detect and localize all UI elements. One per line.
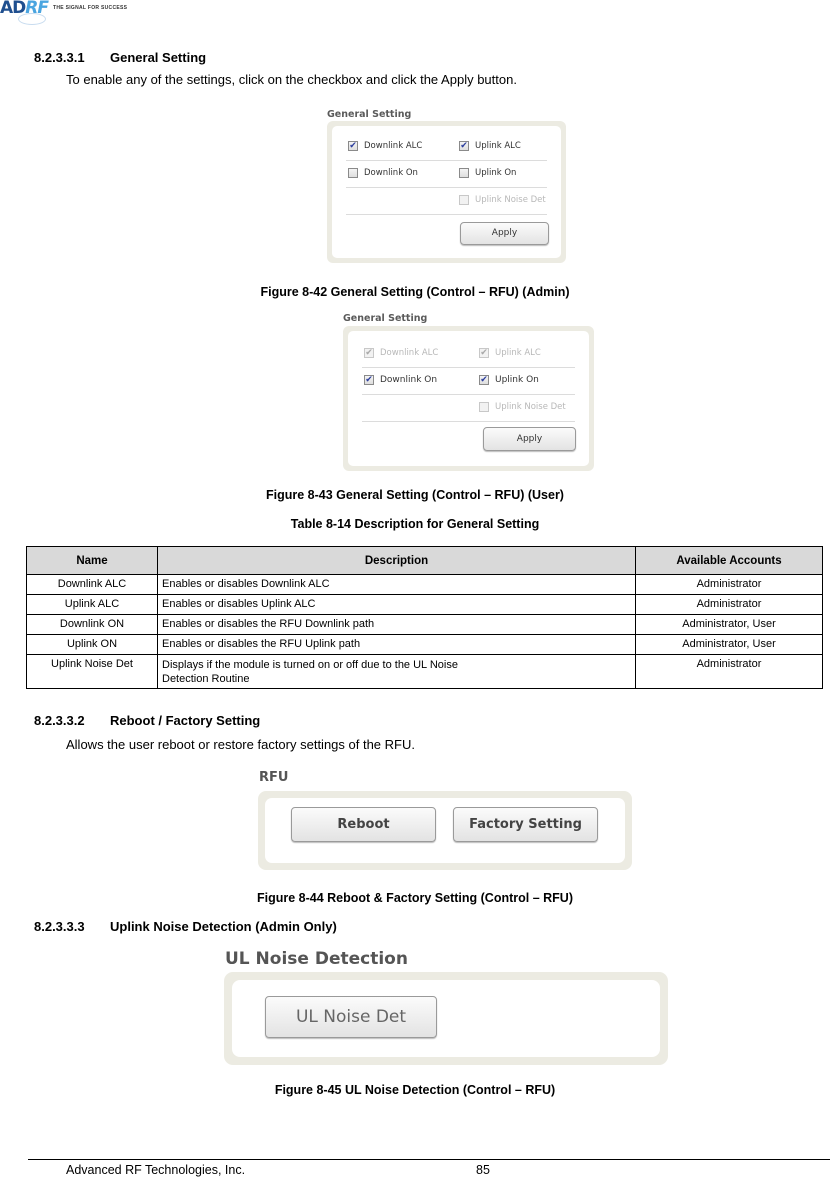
checkbox-label: Downlink ALC (380, 348, 439, 358)
figure-caption: Figure 8-42 General Setting (Control – R… (260, 285, 570, 299)
apply-button[interactable]: Apply (460, 222, 549, 245)
table-row: Uplink ON Enables or disables the RFU Up… (26, 634, 823, 655)
section-title: Reboot / Factory Setting (110, 713, 261, 728)
checkbox-box (479, 402, 489, 412)
cell-name: Uplink ALC (26, 594, 158, 615)
cell-description: Enables or disables Downlink ALC (157, 574, 636, 595)
figure-caption: Figure 8-45 UL Noise Detection (Control … (274, 1083, 556, 1097)
description-table: Name Description Available Accounts Down… (26, 546, 823, 689)
user-general-setting-panel: ✔ Downlink ALC ✔ Uplink ALC ✔ Downlink On ✔… (343, 326, 594, 471)
checkbox-downlink-on[interactable]: ✔ Downlink On (364, 375, 437, 385)
cell-accounts: Administrator (635, 574, 823, 595)
checkbox-uplink-on[interactable]: ✔ Uplink On (479, 375, 539, 385)
checkbox-label: Uplink ALC (475, 141, 521, 151)
section-number: 8.2.3.3.3 (34, 919, 85, 934)
checkbox-box[interactable] (348, 168, 358, 178)
admin-panel-title: General Setting (327, 109, 412, 120)
table-header-row: Name Description Available Accounts (26, 546, 823, 575)
checkbox-row: Downlink On Uplink On (346, 161, 547, 188)
checkbox-label: Uplink On (495, 375, 539, 385)
cell-accounts: Administrator, User (635, 634, 823, 655)
admin-general-setting-panel: ✔ Downlink ALC ✔ Uplink ALC Downlink On Up… (327, 121, 566, 263)
checkbox-downlink-alc[interactable]: ✔ Downlink ALC (348, 141, 422, 151)
column-header-description: Description (157, 546, 636, 575)
ul-noise-det-button[interactable]: UL Noise Det (265, 996, 437, 1038)
checkbox-row: ✔ Downlink ALC ✔ Uplink ALC (346, 134, 547, 161)
logo-swirl-icon (18, 13, 46, 25)
checkbox-label: Uplink Noise Det (495, 402, 566, 412)
checkbox-downlink-alc: ✔ Downlink ALC (364, 348, 438, 358)
checkbox-uplink-on[interactable]: Uplink On (459, 168, 516, 178)
cell-accounts: Administrator, User (635, 614, 823, 635)
checkbox-label: Downlink On (380, 375, 438, 385)
checkbox-box: ✔ (364, 348, 374, 358)
figure-caption: Figure 8-43 General Setting (Control – R… (266, 488, 564, 502)
footer-page-number: 85 (476, 1163, 490, 1177)
figure-caption: Figure 8-44 Reboot & Factory Setting (Co… (257, 891, 573, 905)
cell-accounts: Administrator (635, 594, 823, 615)
table-caption: Table 8-14 Description for General Setti… (290, 517, 540, 531)
ul-noise-detection-panel: UL Noise Det (224, 972, 668, 1065)
column-header-accounts: Available Accounts (635, 546, 823, 575)
table-row: Downlink ALC Enables or disables Downlin… (26, 574, 823, 595)
checkbox-label: Downlink On (364, 168, 418, 178)
cell-name: Uplink ON (26, 634, 158, 655)
section-number: 8.2.3.3.1 (34, 50, 85, 65)
checkbox-row: ✔ Downlink ALC ✔ Uplink ALC (362, 341, 575, 368)
checkbox-label: Uplink On (475, 168, 517, 178)
cell-description: Enables or disables the RFU Uplink path (157, 634, 636, 655)
checkbox-uplink-noise-det: Uplink Noise Det (459, 195, 546, 205)
checkbox-row: Uplink Noise Det (346, 188, 547, 215)
section-heading-general: 8.2.3.3.1 General Setting (34, 50, 206, 65)
section-intro-general: To enable any of the settings, click on … (66, 72, 517, 87)
section-title: Uplink Noise Detection (Admin Only) (110, 919, 337, 934)
cell-name: Downlink ON (26, 614, 158, 635)
footer-divider (28, 1159, 830, 1160)
checkbox-label: Downlink ALC (364, 141, 423, 151)
cell-description: Enables or disables Uplink ALC (157, 594, 636, 615)
checkbox-uplink-alc[interactable]: ✔ Uplink ALC (459, 141, 521, 151)
table-row: Uplink ALC Enables or disables Uplink AL… (26, 594, 823, 615)
checkbox-downlink-on[interactable]: Downlink On (348, 168, 418, 178)
reboot-button[interactable]: Reboot (291, 807, 436, 842)
factory-setting-button[interactable]: Factory Setting (453, 807, 598, 842)
checkbox-box: ✔ (479, 348, 489, 358)
checkbox-uplink-noise-det: Uplink Noise Det (479, 402, 566, 412)
cell-name: Downlink ALC (26, 574, 158, 595)
checkbox-box[interactable]: ✔ (348, 141, 358, 151)
user-panel-title: General Setting (343, 313, 428, 324)
checkbox-box[interactable]: ✔ (364, 375, 374, 385)
checkbox-row: Uplink Noise Det (362, 395, 575, 422)
column-header-name: Name (26, 546, 158, 575)
checkbox-box[interactable] (459, 168, 469, 178)
rfu-panel: Reboot Factory Setting (258, 791, 632, 870)
checkbox-label: Uplink ALC (495, 348, 541, 358)
apply-button[interactable]: Apply (483, 427, 576, 451)
rfu-panel-title: RFU (259, 770, 289, 785)
checkbox-label: Uplink Noise Det (475, 195, 546, 205)
cell-description: Displays if the module is turned on or o… (157, 654, 636, 689)
checkbox-box[interactable]: ✔ (479, 375, 489, 385)
section-heading-reboot: 8.2.3.3.2 Reboot / Factory Setting (34, 713, 260, 728)
section-number: 8.2.3.3.2 (34, 713, 85, 728)
checkbox-uplink-alc: ✔ Uplink ALC (479, 348, 541, 358)
cell-description: Enables or disables the RFU Downlink pat… (157, 614, 636, 635)
cell-accounts: Administrator (635, 654, 823, 689)
footer-company: Advanced RF Technologies, Inc. (66, 1163, 246, 1177)
section-intro-reboot: Allows the user reboot or restore factor… (66, 737, 415, 752)
company-logo: AD RF THE SIGNAL FOR SUCCESS (0, 0, 128, 25)
table-row: Uplink Noise Det Displays if the module … (26, 654, 823, 689)
logo-tagline: THE SIGNAL FOR SUCCESS (52, 5, 128, 11)
noise-panel-title: UL Noise Detection (225, 949, 408, 969)
checkbox-box[interactable]: ✔ (459, 141, 469, 151)
section-title: General Setting (110, 50, 207, 65)
section-heading-noise: 8.2.3.3.3 Uplink Noise Detection (Admin O… (34, 919, 337, 934)
table-row: Downlink ON Enables or disables the RFU … (26, 614, 823, 635)
checkbox-box (459, 195, 469, 205)
cell-name: Uplink Noise Det (26, 654, 158, 689)
checkbox-row: ✔ Downlink On ✔ Uplink On (362, 368, 575, 395)
